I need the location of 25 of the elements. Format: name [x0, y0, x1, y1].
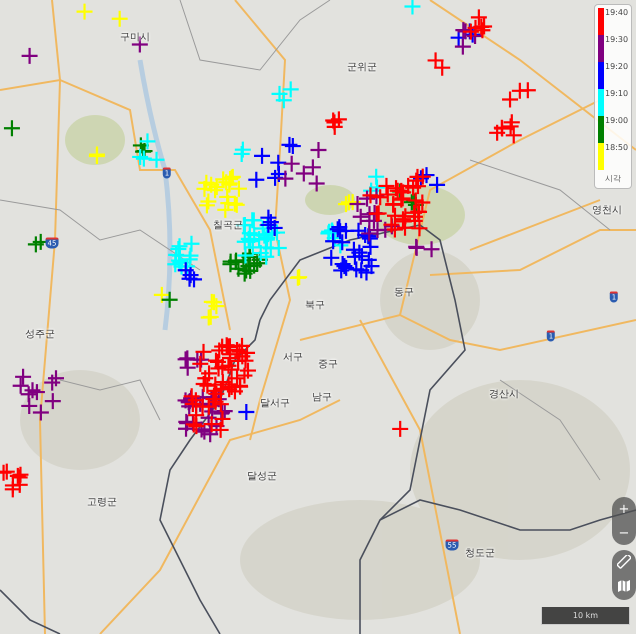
legend-time: 19:20 [605, 62, 628, 71]
legend-time: 19:10 [605, 89, 628, 98]
place-label: 청도군 [465, 547, 495, 560]
place-label: 구미시 [120, 31, 150, 44]
legend-time: 19:40 [605, 8, 628, 17]
place-label: 달성군 [247, 470, 277, 483]
legend-time: 18:50 [605, 143, 628, 152]
legend-time: 19:00 [605, 116, 628, 125]
place-label: 고령군 [87, 496, 117, 509]
scale-label: 10 km [572, 611, 598, 620]
place-label: 북구 [305, 299, 325, 312]
place-label: 군위군 [347, 61, 377, 74]
zoom-in-button[interactable]: + [612, 497, 636, 521]
place-label: 칠곡군 [213, 219, 243, 232]
place-label: 달서구 [260, 397, 290, 410]
place-label: 경산시 [489, 388, 519, 401]
place-label: 남구 [312, 391, 332, 404]
ruler-icon [617, 555, 631, 569]
place-label: 영천시 [592, 204, 622, 217]
legend-time: 19:30 [605, 35, 628, 44]
map-icon [617, 579, 631, 593]
place-label: 서구 [283, 351, 303, 364]
place-label: 중구 [318, 358, 338, 371]
zoom-out-button[interactable]: − [612, 521, 636, 545]
legend-title: 시각 [604, 173, 622, 184]
